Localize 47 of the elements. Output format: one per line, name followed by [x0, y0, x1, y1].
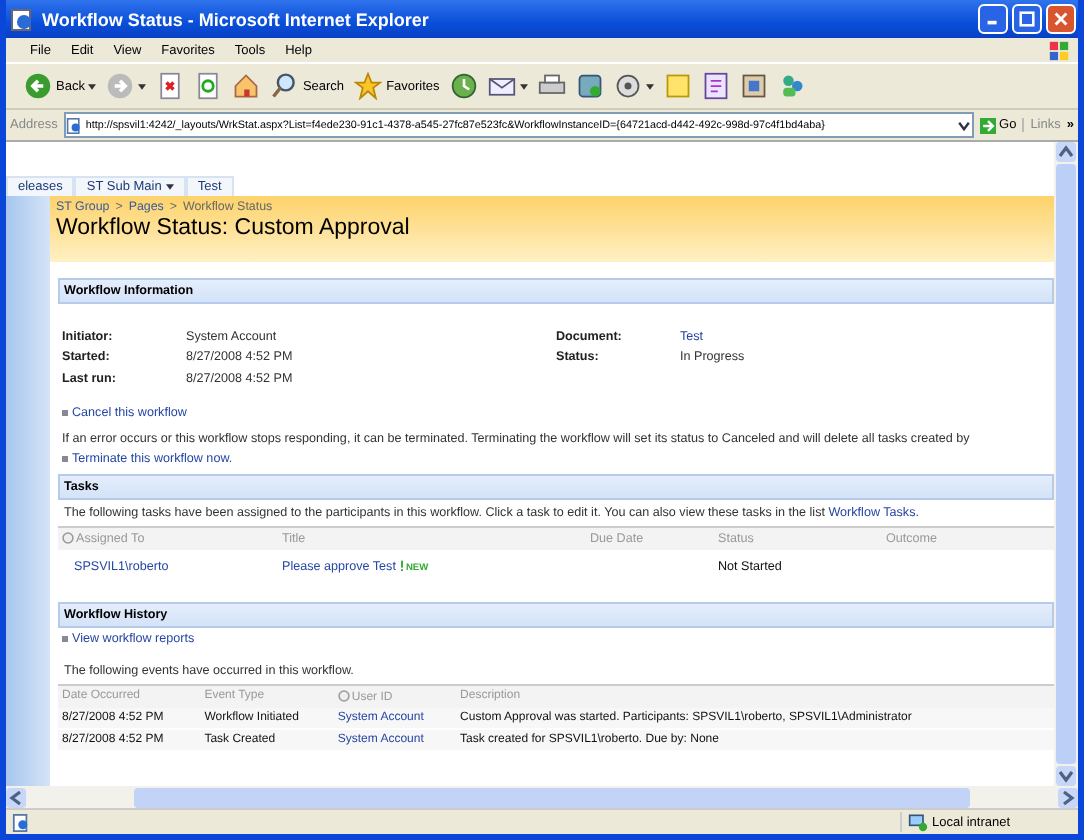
- close-button[interactable]: [1046, 4, 1076, 34]
- search-icon: [270, 72, 299, 100]
- page-status-icon: [12, 813, 30, 831]
- minimize-button[interactable]: [978, 4, 1008, 34]
- bullet-icon: [62, 635, 68, 641]
- select-circle-icon: [337, 689, 350, 701]
- vertical-scrollbar[interactable]: [1054, 142, 1078, 786]
- caret-icon[interactable]: [138, 83, 147, 89]
- page-title: Workflow Status: Custom Approval: [56, 216, 412, 240]
- caret-icon[interactable]: [519, 83, 528, 89]
- favorites-icon: [354, 72, 383, 100]
- exclamation-icon: [399, 559, 404, 571]
- history-icon: [449, 72, 478, 100]
- scroll-down-icon[interactable]: [1056, 766, 1076, 786]
- scroll-right-icon[interactable]: [1058, 787, 1078, 807]
- intranet-zone-icon: [908, 812, 928, 832]
- caret-icon[interactable]: [645, 83, 654, 89]
- refresh-icon: [194, 72, 223, 100]
- mail-icon: [487, 72, 516, 100]
- window-title: Workflow Status - Microsoft Internet Explorer: [42, 9, 429, 29]
- back-icon: [24, 72, 52, 100]
- history-button[interactable]: [447, 72, 480, 100]
- scroll-up-icon[interactable]: [1056, 142, 1076, 162]
- bullet-icon: [62, 409, 68, 415]
- mail-button[interactable]: [485, 72, 530, 100]
- caret-icon[interactable]: [88, 83, 97, 89]
- page-icon: [65, 117, 82, 133]
- caret-icon[interactable]: [955, 117, 972, 133]
- windows-logo-icon: [1048, 39, 1070, 61]
- note-icon: [663, 72, 692, 100]
- print-icon: [537, 72, 566, 100]
- go-arrow-icon: [979, 117, 996, 133]
- scroll-left-icon[interactable]: [6, 787, 26, 807]
- select-circle-icon: [62, 531, 74, 543]
- home-button[interactable]: [230, 72, 263, 100]
- horizontal-scrollbar[interactable]: [6, 786, 1078, 808]
- page-icon: [10, 7, 34, 31]
- maximize-button[interactable]: [1012, 4, 1042, 34]
- home-icon: [232, 72, 261, 100]
- bullet-icon: [62, 455, 68, 461]
- discuss-button[interactable]: [611, 72, 656, 100]
- maximize-icon: [1018, 10, 1036, 28]
- forward-icon: [106, 72, 135, 100]
- caret-icon[interactable]: [165, 184, 174, 190]
- close-icon: [1052, 10, 1070, 28]
- stop-icon: [156, 72, 185, 100]
- print-button[interactable]: [535, 72, 568, 100]
